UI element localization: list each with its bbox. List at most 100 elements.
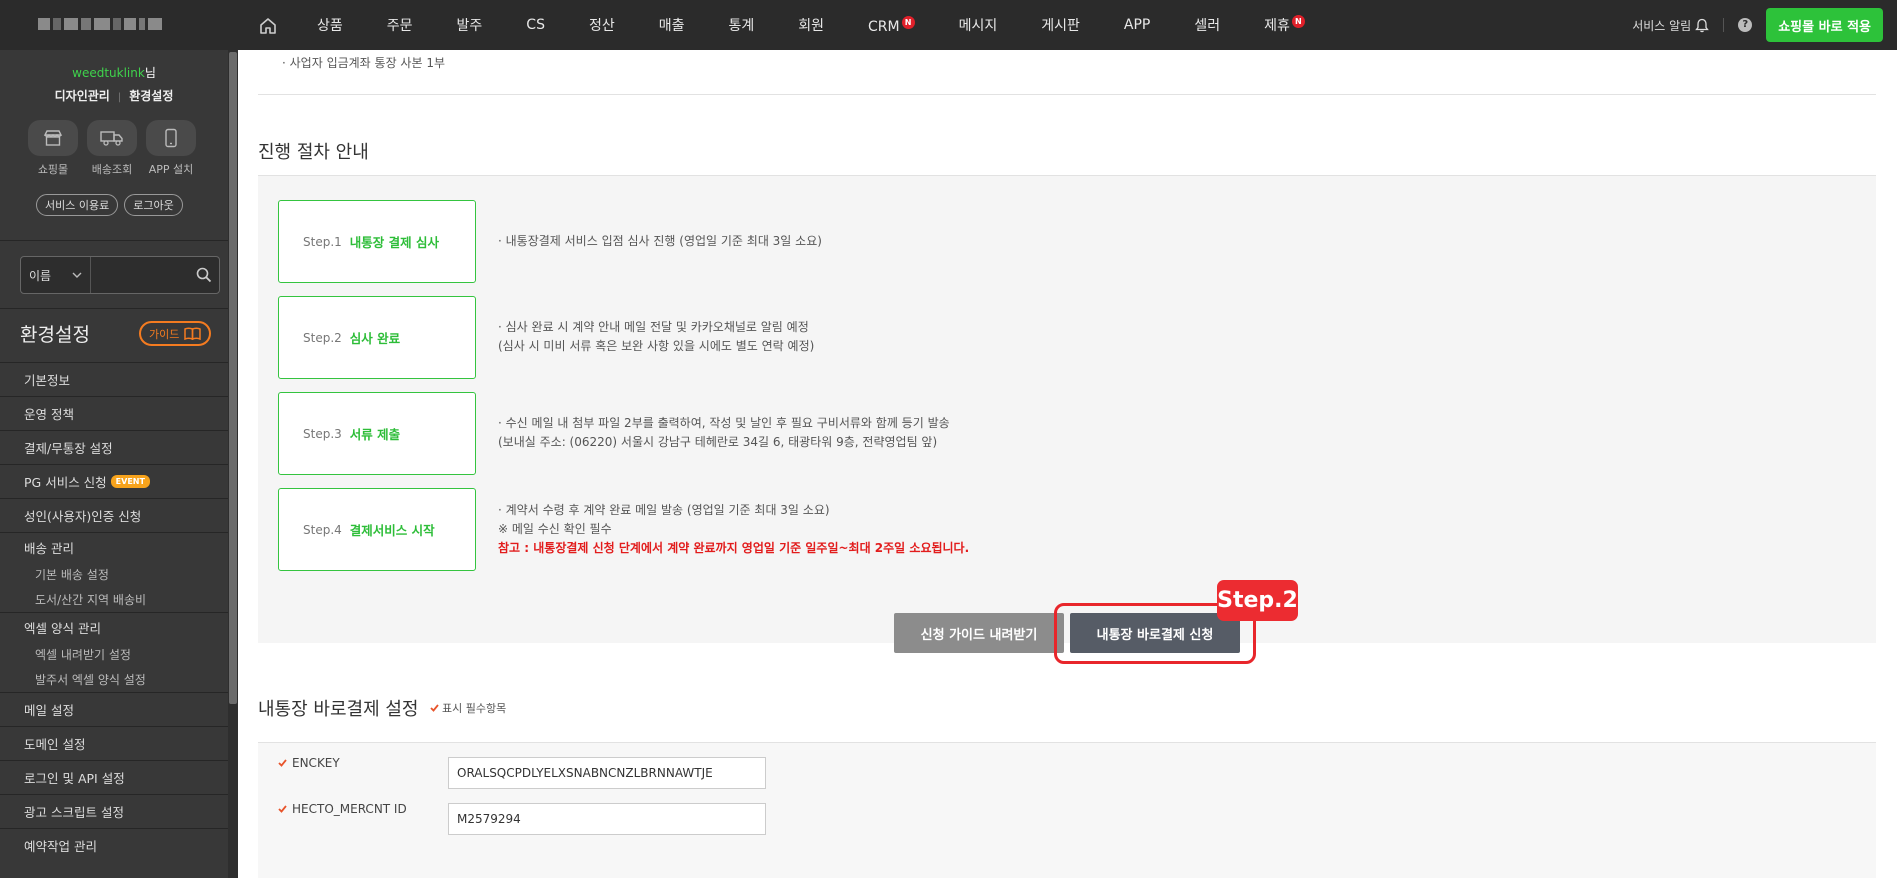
help-icon[interactable]: ? bbox=[1738, 18, 1753, 32]
user-id: weedtuklink bbox=[72, 66, 145, 80]
sidebar-item-reserve[interactable]: 예약작업 관리 bbox=[0, 828, 228, 862]
step-2-description: · 심사 완료 시 계약 안내 메일 전달 및 카카오채널로 알림 예정 (심사… bbox=[498, 318, 814, 356]
nav-item-settlement[interactable]: 정산 bbox=[567, 15, 637, 35]
sidebar-subitem-delivery-island[interactable]: 도서/산간 지역 배송비 bbox=[0, 587, 228, 612]
document-note: · 사업자 입금계좌 통장 사본 1부 bbox=[282, 56, 446, 70]
env-settings-link[interactable]: 환경설정 bbox=[129, 89, 173, 103]
top-right-tools: 서비스 알림 ? 쇼핑몰 바로 적용 bbox=[1632, 0, 1897, 50]
quick-shop-button[interactable]: 쇼핑몰 bbox=[28, 120, 78, 177]
sidebar: weedtuklink님 디자인관리 | 환경설정 쇼핑몰 배송조회 APP 설치 … bbox=[0, 50, 238, 878]
divider bbox=[258, 94, 1876, 95]
step-desc-line: · 수신 메일 내 첨부 파일 2부를 출력하여, 작성 및 날인 후 필요 구… bbox=[498, 416, 950, 430]
divider bbox=[0, 308, 228, 309]
sidebar-scrollbar[interactable] bbox=[228, 50, 238, 878]
download-guide-button[interactable]: 신청 가이드 내려받기 bbox=[894, 613, 1064, 653]
design-manage-link[interactable]: 디자인관리 bbox=[55, 89, 110, 103]
mercnt-id-label-text: HECTO_MERCNT ID bbox=[292, 802, 407, 816]
link-separator: | bbox=[117, 92, 122, 103]
check-icon bbox=[430, 704, 439, 712]
step-number: Step.2 bbox=[303, 330, 342, 345]
step-callout-badge: Step.2 bbox=[1217, 580, 1298, 621]
nav-item-member[interactable]: 회원 bbox=[776, 15, 846, 35]
divider bbox=[0, 240, 228, 241]
main-content: · 사업자 입금계좌 통장 사본 1부 진행 절차 안내 Step.1 내통장 … bbox=[238, 50, 1897, 878]
store-icon bbox=[43, 130, 63, 146]
sidebar-subitem-excel-download[interactable]: 엑셀 내려받기 설정 bbox=[0, 642, 228, 667]
nav-item-app[interactable]: APP bbox=[1102, 17, 1172, 33]
search-type-select[interactable]: 이름 bbox=[21, 257, 91, 293]
nav-item-product[interactable]: 상품 bbox=[295, 15, 365, 35]
check-icon bbox=[278, 759, 287, 767]
brand-logo[interactable] bbox=[38, 15, 188, 33]
search-type-value: 이름 bbox=[29, 268, 52, 283]
step-3-description: · 수신 메일 내 첨부 파일 2부를 출력하여, 작성 및 날인 후 필요 구… bbox=[498, 414, 950, 452]
step-2-box: Step.2 심사 완료 bbox=[278, 296, 476, 379]
nav-item-seller[interactable]: 셀러 bbox=[1172, 15, 1242, 35]
step-desc-line: · 내통장결제 서비스 입점 심사 진행 (영업일 기준 최대 3일 소요) bbox=[498, 234, 822, 248]
apply-to-shop-button[interactable]: 쇼핑몰 바로 적용 bbox=[1766, 8, 1883, 42]
nav-item-sales[interactable]: 매출 bbox=[637, 15, 707, 35]
mercnt-id-input[interactable] bbox=[448, 803, 766, 835]
sidebar-item-mail[interactable]: 메일 설정 bbox=[0, 692, 228, 726]
sidebar-item-pg-label: PG 서비스 신청 bbox=[24, 475, 107, 490]
nav-item-cs[interactable]: CS bbox=[504, 17, 567, 33]
step-name: 내통장 결제 심사 bbox=[349, 235, 439, 250]
search-button[interactable] bbox=[189, 267, 219, 283]
book-icon bbox=[184, 327, 202, 340]
search-input[interactable] bbox=[91, 257, 189, 293]
service-alert-button[interactable]: 서비스 알림 bbox=[1632, 17, 1710, 34]
guide-button[interactable]: 가이드 bbox=[139, 321, 212, 346]
nav-item-crm[interactable]: CRM N bbox=[846, 15, 937, 35]
logout-button[interactable]: 로그아웃 bbox=[124, 194, 183, 216]
step-1-description: · 내통장결제 서비스 입점 심사 진행 (영업일 기준 최대 3일 소요) bbox=[498, 232, 822, 251]
quick-app-install-button[interactable]: APP 설치 bbox=[146, 120, 196, 177]
sidebar-item-basic-info[interactable]: 기본정보 bbox=[0, 362, 228, 396]
nav-item-board[interactable]: 게시판 bbox=[1019, 15, 1102, 35]
home-icon[interactable] bbox=[258, 16, 278, 36]
nav-item-statistics[interactable]: 통계 bbox=[707, 15, 777, 35]
scrollbar-thumb[interactable] bbox=[229, 52, 237, 704]
step-number: Step.1 bbox=[303, 234, 342, 249]
sidebar-item-ad-script[interactable]: 광고 스크립트 설정 bbox=[0, 794, 228, 828]
sidebar-item-adult-auth[interactable]: 성인(사용자)인증 신청 bbox=[0, 498, 228, 532]
sidebar-item-delivery[interactable]: 배송 관리 bbox=[0, 532, 228, 562]
sidebar-subitem-delivery-basic[interactable]: 기본 배송 설정 bbox=[0, 562, 228, 587]
user-suffix: 님 bbox=[144, 66, 156, 80]
nav-item-purchase-order[interactable]: 발주 bbox=[435, 15, 505, 35]
nav-item-partnership[interactable]: 제휴 N bbox=[1242, 15, 1327, 35]
sidebar-item-domain[interactable]: 도메인 설정 bbox=[0, 726, 228, 760]
quick-delivery-button[interactable]: 배송조회 bbox=[87, 120, 137, 177]
nav-item-message[interactable]: 메시지 bbox=[937, 15, 1020, 35]
step-3-box: Step.3 서류 제출 bbox=[278, 392, 476, 475]
sidebar-item-pg[interactable]: PG 서비스 신청 EVENT bbox=[0, 464, 228, 498]
new-badge: N bbox=[901, 15, 915, 29]
step-number: Step.4 bbox=[303, 522, 342, 537]
account-pills: 서비스 이용료 로그아웃 bbox=[36, 194, 183, 216]
step-name: 결제서비스 시작 bbox=[349, 523, 435, 538]
quick-delivery-label: 배송조회 bbox=[91, 163, 133, 176]
check-icon bbox=[278, 805, 287, 813]
quick-links: 쇼핑몰 배송조회 APP 설치 bbox=[28, 120, 196, 177]
quick-app-label: APP 설치 bbox=[148, 163, 194, 176]
phone-icon bbox=[165, 128, 177, 148]
step-4-box: Step.4 결제서비스 시작 bbox=[278, 488, 476, 571]
enckey-input[interactable] bbox=[448, 757, 766, 789]
divider bbox=[1723, 18, 1725, 32]
sidebar-subitem-excel-order[interactable]: 발주서 엑셀 양식 설정 bbox=[0, 667, 228, 692]
sidebar-item-login-api[interactable]: 로그인 및 API 설정 bbox=[0, 760, 228, 794]
service-fee-button[interactable]: 서비스 이용료 bbox=[36, 194, 119, 216]
step-number: Step.3 bbox=[303, 426, 342, 441]
settings-form: ENCKEY HECTO_MERCNT ID bbox=[258, 742, 1876, 878]
step-name: 서류 제출 bbox=[349, 427, 401, 442]
nav-item-order[interactable]: 주문 bbox=[365, 15, 435, 35]
quick-app-box bbox=[146, 120, 196, 156]
service-alert-label: 서비스 알림 bbox=[1632, 18, 1692, 33]
step-desc-line: · 심사 완료 시 계약 안내 메일 전달 및 카카오채널로 알림 예정 bbox=[498, 320, 809, 334]
required-note-text: 표시 필수항목 bbox=[442, 702, 507, 715]
process-guide-title: 진행 절차 안내 bbox=[258, 142, 369, 163]
sidebar-item-policy[interactable]: 운영 정책 bbox=[0, 396, 228, 430]
nav-item-crm-label: CRM bbox=[868, 18, 900, 35]
bell-icon bbox=[1695, 18, 1710, 32]
sidebar-item-payment[interactable]: 결제/무통장 설정 bbox=[0, 430, 228, 464]
sidebar-item-excel[interactable]: 엑셀 양식 관리 bbox=[0, 612, 228, 642]
